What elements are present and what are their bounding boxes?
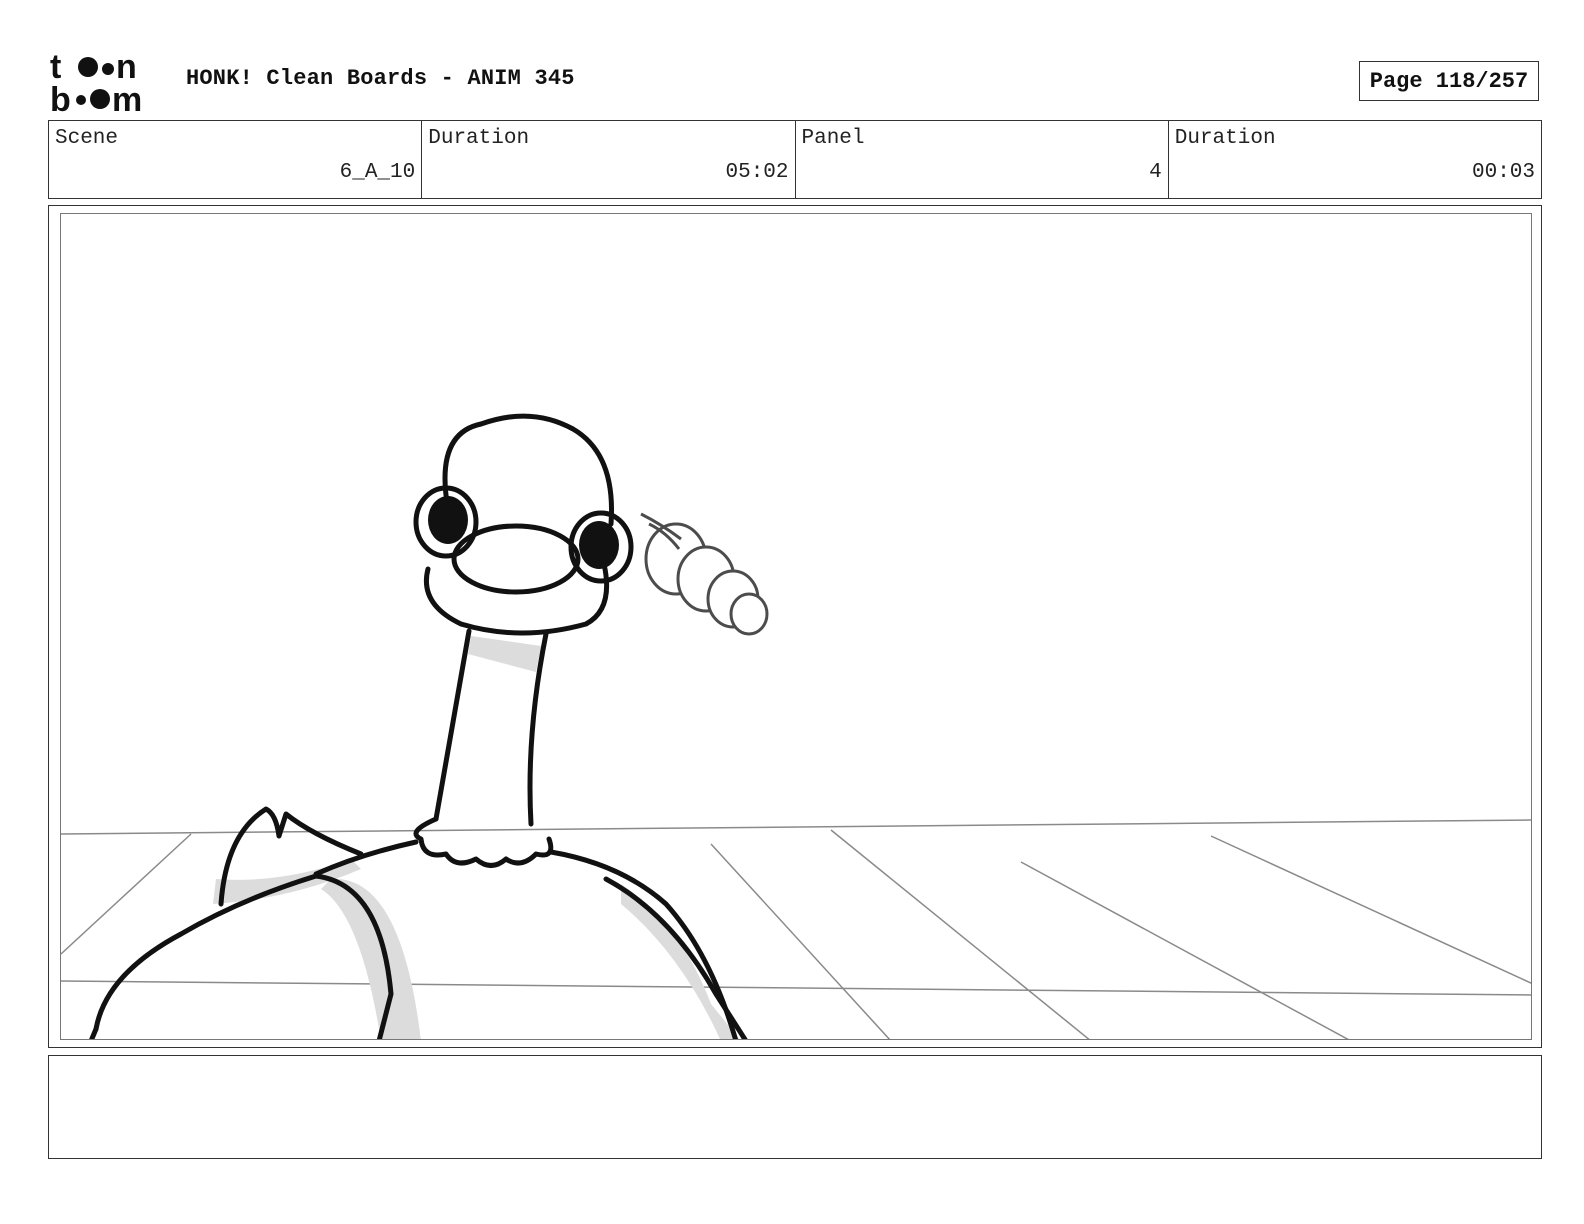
- scene-duration-value: 05:02: [725, 161, 789, 184]
- scene-label: Scene: [55, 127, 119, 150]
- svg-text:b: b: [50, 81, 71, 114]
- document-title: HONK! Clean Boards - ANIM 345: [186, 66, 575, 91]
- goose-ink: [89, 413, 748, 1039]
- panel-duration-value: 00:03: [1471, 161, 1535, 184]
- scene-value: 6_A_10: [339, 161, 416, 184]
- scene-info-bar: Scene 6_A_10 Duration 05:02 Panel 4 Dura…: [48, 120, 1542, 199]
- goose-pupils: [428, 496, 619, 569]
- scene-duration-cell: Duration 05:02: [422, 121, 796, 198]
- body-shading: [213, 636, 740, 1039]
- floor-lines: [61, 819, 1531, 1039]
- panel-duration-cell: Duration 00:03: [1169, 121, 1541, 198]
- panel-cell: Panel 4: [796, 121, 1169, 198]
- motion-fist: [640, 512, 769, 636]
- svg-text:m: m: [112, 81, 142, 114]
- scene-duration-label: Duration: [428, 127, 530, 150]
- panel-value: 4: [1149, 161, 1162, 184]
- toon-boom-logo: t n b m: [50, 48, 164, 119]
- storyboard-panel-image: [60, 213, 1532, 1040]
- panel-duration-label: Duration: [1174, 127, 1276, 150]
- toon-boom-logo-icon: t n b m: [50, 48, 142, 119]
- panel-label: Panel: [801, 127, 865, 150]
- panel-notes-box: [48, 1055, 1542, 1159]
- page-number-badge: Page 118/257: [1359, 61, 1539, 101]
- scene-cell: Scene 6_A_10: [49, 121, 423, 198]
- goose-sketch-drawing-icon: [61, 413, 1531, 1039]
